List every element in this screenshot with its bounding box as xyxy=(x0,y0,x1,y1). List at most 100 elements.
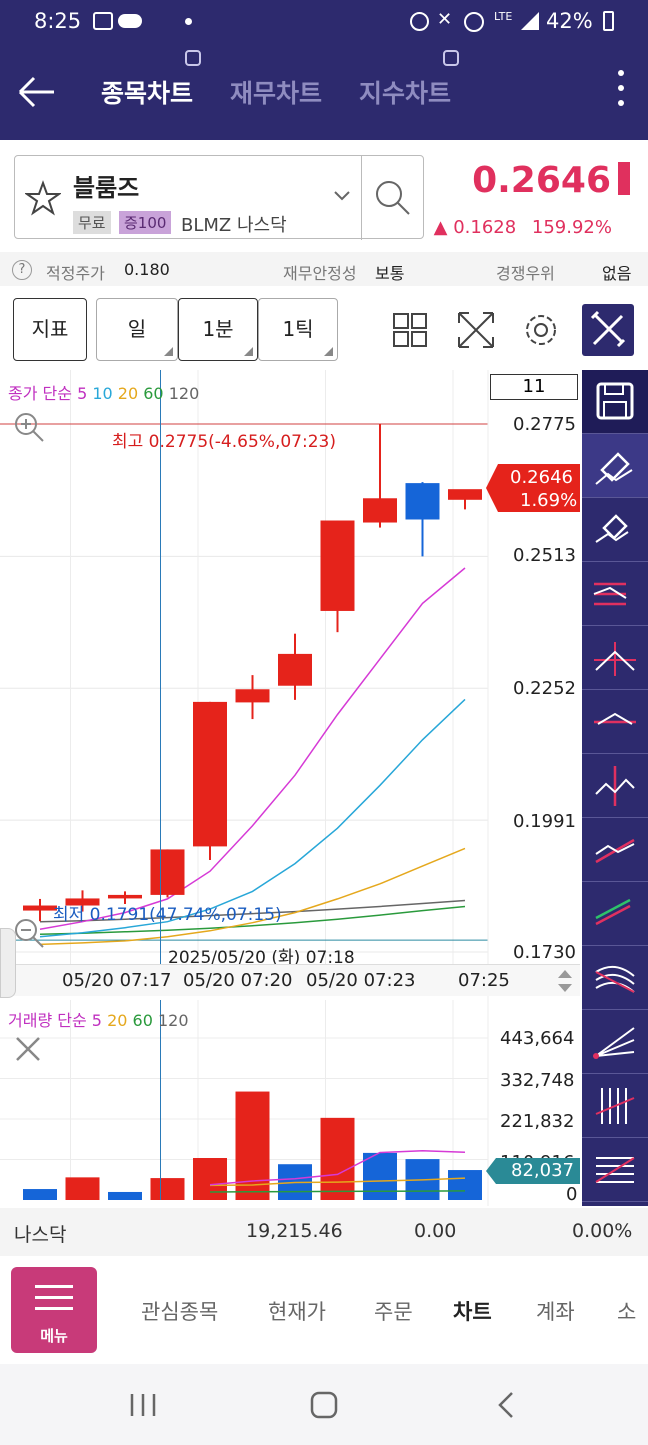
chevron-down-icon[interactable] xyxy=(333,190,351,202)
channel-line-button[interactable] xyxy=(582,946,648,1010)
help-icon[interactable]: ? xyxy=(12,260,32,280)
vol-ma5-legend: 5 xyxy=(91,1011,102,1030)
volume-bar xyxy=(448,1170,482,1200)
candle-count-box[interactable]: 11 xyxy=(490,374,578,400)
fibonacci-button[interactable] xyxy=(582,1138,648,1202)
tab-badge-icon xyxy=(443,50,459,66)
horizontal-line-button[interactable] xyxy=(582,690,648,754)
period-tick-button[interactable]: 1틱 xyxy=(258,298,338,361)
x-tick: 05/20 07:23 xyxy=(306,970,416,991)
auto-trend-icon xyxy=(595,898,631,926)
erase-all-button[interactable] xyxy=(582,498,648,562)
more-menu-icon[interactable] xyxy=(618,70,626,115)
save-button[interactable] xyxy=(582,370,648,434)
favorite-star-icon[interactable] xyxy=(25,180,61,216)
fullscreen-icon[interactable] xyxy=(456,310,496,350)
current-pct-tag-value: 1.69% xyxy=(520,490,578,511)
ma10-legend: 10 xyxy=(92,384,113,403)
menu-button[interactable]: 메뉴 xyxy=(11,1267,97,1353)
stock-name: 블룸즈 xyxy=(73,174,140,202)
candle-body xyxy=(405,483,440,520)
recent-apps-icon[interactable] xyxy=(128,1392,158,1418)
trend-point-button[interactable] xyxy=(582,626,648,690)
back-arrow-icon[interactable] xyxy=(16,72,56,112)
volume-bar xyxy=(150,1178,185,1200)
status-dot-icon xyxy=(185,18,192,25)
volume-bar xyxy=(108,1191,142,1200)
search-icon[interactable] xyxy=(373,178,413,218)
status-time: 8:25 xyxy=(34,9,82,33)
candle-body xyxy=(193,701,227,847)
hcl-line-button[interactable] xyxy=(582,562,648,626)
zoom-out-icon[interactable] xyxy=(12,916,46,950)
settings-gear-icon[interactable] xyxy=(522,311,560,349)
battery-label: 42% xyxy=(546,9,593,33)
stability-label: 재무안정성 xyxy=(283,264,357,283)
zoom-in-icon[interactable] xyxy=(12,410,46,444)
volume-legend[interactable]: 거래량 단순 5 20 60 120 xyxy=(8,1007,189,1031)
nav-watchlist[interactable]: 관심종목 xyxy=(141,1296,218,1326)
signal-icon xyxy=(521,12,539,30)
competition-value: 없음 xyxy=(602,264,632,283)
indicator-button[interactable]: 지표 xyxy=(13,298,87,361)
high-label: 최고 0.2775(-4.65%,07:23) xyxy=(112,432,336,452)
volume-bar xyxy=(65,1177,100,1200)
price-up-indicator xyxy=(618,162,630,195)
auto-trend-button[interactable] xyxy=(582,882,648,946)
period-minute-button[interactable]: 1분 xyxy=(178,298,258,361)
fan-line-button[interactable] xyxy=(582,1010,648,1074)
nav-account[interactable]: 계좌 xyxy=(536,1296,575,1326)
back-nav-icon[interactable] xyxy=(496,1391,516,1419)
eraser-button[interactable] xyxy=(582,434,648,498)
nav-chart[interactable]: 차트 xyxy=(453,1296,492,1326)
candle-body xyxy=(448,489,482,500)
layout-grid-icon[interactable] xyxy=(392,312,428,348)
volume-tick: 0 xyxy=(566,1184,578,1205)
info-row: ? 적정주가 0.180 재무안정성 보통 경쟁우위 없음 xyxy=(0,252,648,286)
vertical-line-button[interactable] xyxy=(582,754,648,818)
network-label: LTE xyxy=(494,10,513,23)
erase-all-icon xyxy=(595,514,629,543)
index-ticker[interactable]: 나스닥 19,215.46 0.00 0.00% xyxy=(0,1208,648,1256)
fan-line-icon xyxy=(593,1027,635,1059)
home-icon[interactable] xyxy=(310,1391,338,1419)
mute-icon: ✕ xyxy=(437,9,453,30)
close-volume-icon[interactable] xyxy=(14,1035,42,1063)
horizontal-line-icon xyxy=(594,712,636,725)
tab-index-chart[interactable]: 지수차트 xyxy=(359,74,451,110)
y-tick: 0.2513 xyxy=(513,545,576,566)
current-price: 0.2646 xyxy=(472,160,611,201)
status-bar: 8:25 ✕ LTE 42% xyxy=(0,0,648,44)
save-icon xyxy=(596,382,634,420)
ma120-legend: 120 xyxy=(168,384,200,403)
stock-selector[interactable]: 블룸즈 무료 증100 BLMZ 나스닥 xyxy=(14,155,424,240)
cloud-icon xyxy=(118,14,142,28)
menu-icon xyxy=(35,1285,73,1318)
period-day-button[interactable]: 일 xyxy=(96,298,178,361)
trend-point-icon xyxy=(594,642,636,676)
fee-tag: 무료 xyxy=(73,211,111,234)
trend-line-button[interactable] xyxy=(582,818,648,882)
battery-icon xyxy=(603,11,614,31)
candle-body xyxy=(278,653,312,686)
candle-body xyxy=(235,689,270,703)
current-price-tag-value: 0.2646 xyxy=(510,467,573,488)
side-drawer-handle[interactable] xyxy=(0,928,16,998)
index-change: 0.00 xyxy=(414,1220,457,1242)
price-legend[interactable]: 종가 단순 5 10 20 60 120 xyxy=(8,380,199,404)
stock-code: BLMZ xyxy=(181,215,232,236)
pane-resize-icon[interactable] xyxy=(556,968,574,994)
tab-stock-chart[interactable]: 종목차트 xyxy=(101,74,193,110)
nav-quote[interactable]: 현재가 xyxy=(268,1296,326,1326)
nav-order[interactable]: 주문 xyxy=(374,1296,413,1326)
nav-more[interactable]: 소 xyxy=(617,1296,636,1326)
period-minute-label: 1분 xyxy=(202,317,234,341)
candle-body xyxy=(320,520,355,611)
competition-label: 경쟁우위 xyxy=(496,264,555,283)
drawing-tools-button[interactable] xyxy=(582,304,634,356)
ma60-legend: 60 xyxy=(143,384,164,403)
drawing-sidebar xyxy=(582,370,648,1206)
period-line-button[interactable] xyxy=(582,1074,648,1138)
tab-financial-chart[interactable]: 재무차트 xyxy=(230,74,322,110)
hotspot-icon xyxy=(464,12,484,32)
